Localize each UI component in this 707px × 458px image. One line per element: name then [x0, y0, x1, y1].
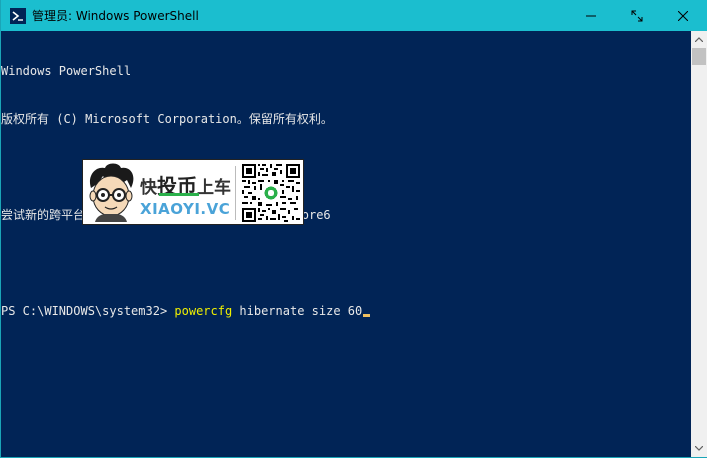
console-line-copyright: 版权所有 (C) Microsoft Corporation。保留所有权利。	[1, 112, 333, 126]
scroll-down-button[interactable]	[691, 440, 707, 457]
scroll-thumb[interactable]	[692, 48, 706, 65]
vertical-scrollbar[interactable]	[691, 31, 707, 457]
watermark-underline	[159, 193, 199, 196]
scroll-up-button[interactable]	[691, 31, 707, 48]
console-output[interactable]: Windows PowerShell 版权所有 (C) Microsoft Co…	[1, 31, 691, 457]
minimize-icon	[586, 15, 596, 16]
chevron-up-icon	[695, 37, 703, 42]
qr-code-icon	[242, 164, 300, 222]
powershell-icon[interactable]	[10, 7, 26, 24]
watermark-slogan-a: 快	[140, 178, 157, 198]
watermark-banner: 快投币上车 XIAOYI.VC	[82, 159, 304, 225]
console-command-args: hibernate size 60	[232, 304, 363, 318]
watermark-slogan-c: 上车	[197, 178, 231, 198]
console-command: powercfg	[174, 304, 233, 318]
cartoon-face-icon	[89, 163, 134, 222]
powershell-window: 管理员: Windows PowerShell Windows PowerShe…	[0, 0, 707, 458]
watermark-site: XIAOYI.VC	[140, 200, 231, 218]
window-title: 管理员: Windows PowerShell	[32, 9, 199, 23]
watermark-divider	[235, 166, 236, 220]
chevron-down-icon	[695, 446, 703, 451]
console-prompt: PS C:\WINDOWS\system32>	[1, 304, 175, 318]
close-button[interactable]	[660, 0, 706, 31]
close-icon	[678, 10, 688, 21]
minimize-button[interactable]	[568, 0, 614, 31]
title-bar[interactable]: 管理员: Windows PowerShell	[1, 0, 707, 31]
console-prompt-line[interactable]: PS C:\WINDOWS\system32> powercfg hiberna…	[1, 303, 691, 319]
console-line-title: Windows PowerShell	[1, 64, 132, 78]
maximize-button[interactable]	[614, 0, 660, 31]
text-cursor	[363, 314, 371, 317]
maximize-icon	[631, 10, 643, 21]
